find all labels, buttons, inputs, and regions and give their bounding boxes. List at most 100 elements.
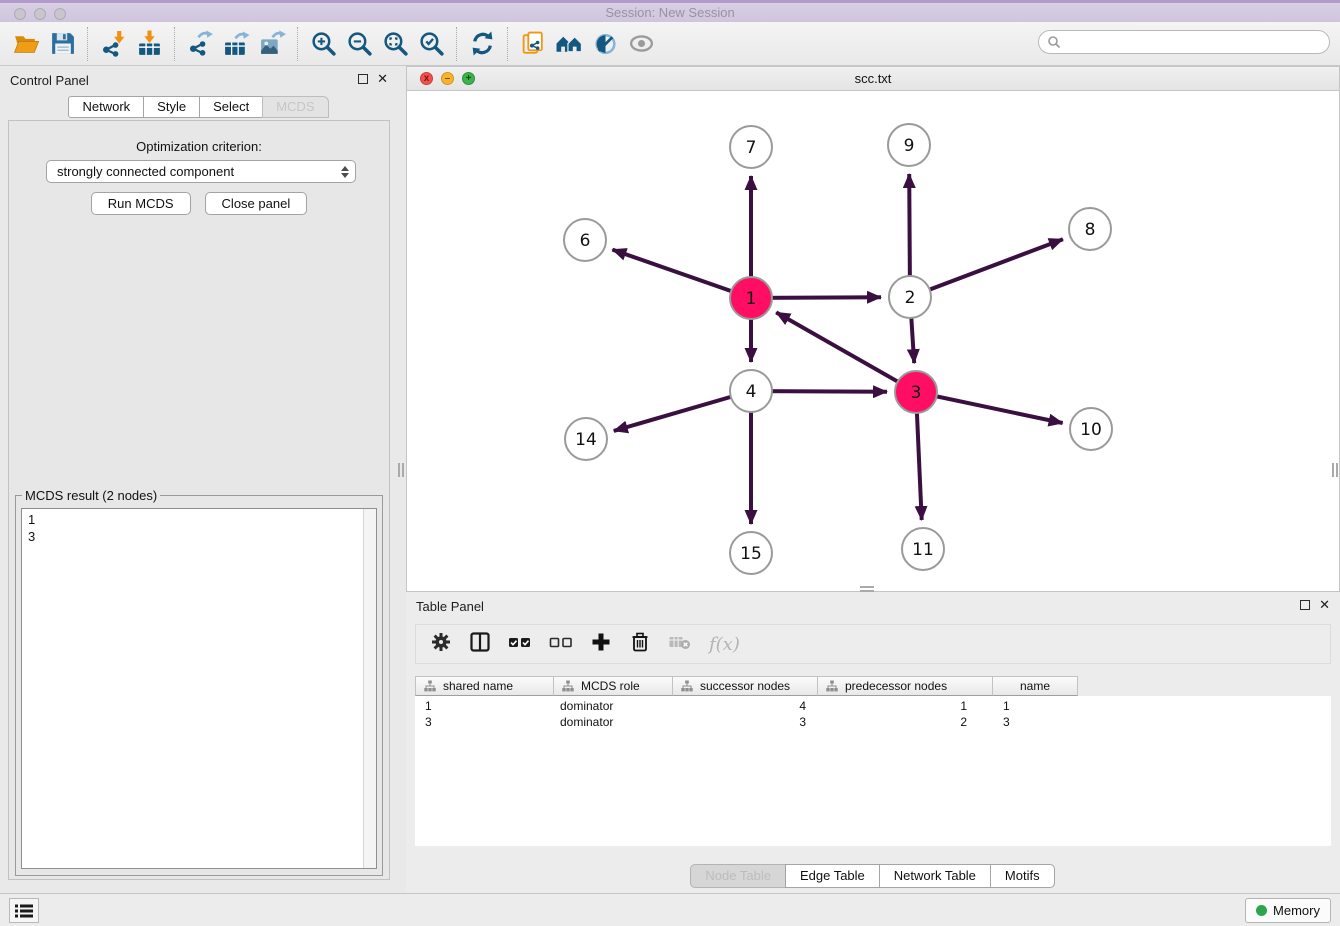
zoom-out-icon[interactable] [341,26,377,62]
zoom-in-icon[interactable] [305,26,341,62]
import-table-icon[interactable] [131,26,167,62]
graph-node-2[interactable]: 2 [889,276,931,318]
close-network-icon[interactable]: x [420,72,433,85]
optimization-criterion-label: Optimization criterion: [9,139,389,154]
memory-button[interactable]: Memory [1245,898,1331,923]
table-cell: dominator [554,714,673,730]
mcds-result-group: MCDS result (2 nodes) 1 3 [15,495,383,876]
table-row[interactable]: 1dominator411 [415,698,1331,714]
network-window-titlebar[interactable]: x – + scc.txt [407,67,1339,91]
right-edge-splitter[interactable] [1332,463,1338,477]
graph-node-8[interactable]: 8 [1069,208,1111,250]
task-history-button[interactable] [9,898,39,923]
minimize-network-icon[interactable]: – [441,72,454,85]
minimize-window-button[interactable] [34,8,46,20]
run-mcds-button[interactable]: Run MCDS [91,192,191,215]
table-header-row: shared nameMCDS rolesuccessor nodesprede… [415,676,1078,696]
tab-node-table[interactable]: Node Table [690,864,786,888]
export-image-icon[interactable] [254,26,290,62]
function-builder-icon: f(x) [709,634,740,655]
svg-text:6: 6 [580,231,591,251]
first-neighbors-icon[interactable] [551,26,587,62]
column-type-icon [826,680,838,692]
hide-selected-icon[interactable] [587,26,623,62]
zoom-fit-icon[interactable] [377,26,413,62]
open-session-icon[interactable] [8,26,44,62]
tab-motifs[interactable]: Motifs [990,864,1055,888]
graph-node-6[interactable]: 6 [564,219,606,261]
svg-text:2: 2 [905,288,916,308]
search-input[interactable] [1061,33,1329,51]
close-panel-button[interactable]: Close panel [205,192,308,215]
tab-select[interactable]: Select [199,96,263,118]
graph-node-9[interactable]: 9 [888,124,930,166]
column-header-successor-nodes[interactable]: successor nodes [673,676,818,696]
deselect-all-icon[interactable] [549,631,573,658]
window-controls [14,8,66,20]
search-box[interactable] [1038,30,1330,54]
table-cell: 1 [818,698,993,714]
zoom-window-button[interactable] [54,8,66,20]
tab-network[interactable]: Network [68,96,144,118]
table-cell: 1 [415,698,554,714]
float-panel-icon[interactable] [358,74,368,84]
select-stepper-icon [341,166,349,178]
tab-mcds[interactable]: MCDS [262,96,328,118]
selected-criterion: strongly connected component [57,164,341,179]
delete-column-icon[interactable] [629,631,651,658]
float-table-panel-icon[interactable] [1300,600,1310,610]
show-all-icon[interactable] [623,26,659,62]
result-scrollbar[interactable] [363,509,376,868]
column-header-MCDS-role[interactable]: MCDS role [554,676,673,696]
refresh-view-icon[interactable] [464,26,500,62]
column-header-predecessor-nodes[interactable]: predecessor nodes [818,676,993,696]
optimization-criterion-select[interactable]: strongly connected component [46,160,356,183]
svg-text:11: 11 [912,540,934,560]
tab-style[interactable]: Style [143,96,200,118]
network-from-selection-icon[interactable] [515,26,551,62]
network-graph-canvas[interactable]: 7 9 6 8 1 2 4 3 14 10 15 11 [407,91,1339,592]
mcds-result-text: 1 3 [22,509,362,868]
graph-node-15[interactable]: 15 [730,532,772,574]
close-table-panel-icon[interactable]: ✕ [1319,599,1330,611]
column-header-shared-name[interactable]: shared name [415,676,554,696]
toolbar-separator [297,27,298,61]
close-window-button[interactable] [14,8,26,20]
export-network-icon[interactable] [182,26,218,62]
table-row[interactable]: 3dominator323 [415,714,1331,730]
graph-edge-1-6[interactable] [612,250,751,298]
mcds-result-box[interactable]: 1 3 [21,508,377,869]
settings-icon[interactable] [430,631,452,658]
graph-edge-3-10[interactable] [916,392,1063,423]
graph-edge-2-8[interactable] [910,239,1063,297]
list-icon [15,904,33,918]
graph-node-14[interactable]: 14 [565,418,607,460]
graph-node-7[interactable]: 7 [730,126,772,168]
add-column-icon[interactable] [590,631,612,658]
zoom-selected-icon[interactable] [413,26,449,62]
table-cell: dominator [554,698,673,714]
graph-node-1[interactable]: 1 [730,277,772,319]
tab-network-table[interactable]: Network Table [879,864,991,888]
node-table[interactable]: 1dominator4113dominator323 [415,696,1331,846]
select-all-icon[interactable] [508,631,532,658]
tab-edge-table[interactable]: Edge Table [785,864,880,888]
svg-text:1: 1 [746,289,757,309]
graph-node-3[interactable]: 3 [895,371,937,413]
control-panel-title: Control Panel [10,73,89,88]
table-cell: 1 [993,698,1078,714]
graph-edge-3-1[interactable] [776,312,916,392]
application-window: Session: New Session [0,0,1340,926]
export-table-icon[interactable] [218,26,254,62]
split-columns-icon[interactable] [469,631,491,658]
close-panel-icon[interactable]: ✕ [377,73,388,85]
maximize-network-icon[interactable]: + [462,72,475,85]
graph-node-11[interactable]: 11 [902,528,944,570]
graph-node-10[interactable]: 10 [1070,408,1112,450]
graph-node-4[interactable]: 4 [730,370,772,412]
import-network-icon[interactable] [95,26,131,62]
table-cell: 3 [673,714,818,730]
column-header-name[interactable]: name [993,676,1078,696]
save-session-icon[interactable] [44,26,80,62]
vertical-splitter[interactable] [398,463,404,477]
